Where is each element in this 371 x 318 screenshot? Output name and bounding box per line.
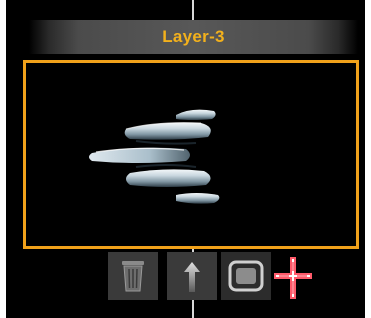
crosshair-icon[interactable] [271,254,315,302]
layer-preview[interactable] [23,60,359,249]
center-guide-top [192,0,194,20]
rounded-square-icon [228,260,264,292]
layer-panel: Layer-3 [6,0,365,318]
layer-title: Layer-3 [162,27,225,46]
spaceship-sprite [89,109,220,204]
delete-layer-button[interactable] [108,252,158,300]
layer-frame-button[interactable] [221,252,271,300]
layer-title-bar[interactable]: Layer-3 [29,20,358,54]
move-layer-up-button[interactable] [167,252,217,300]
arrow-up-icon [184,262,200,292]
trash-icon [122,261,144,292]
